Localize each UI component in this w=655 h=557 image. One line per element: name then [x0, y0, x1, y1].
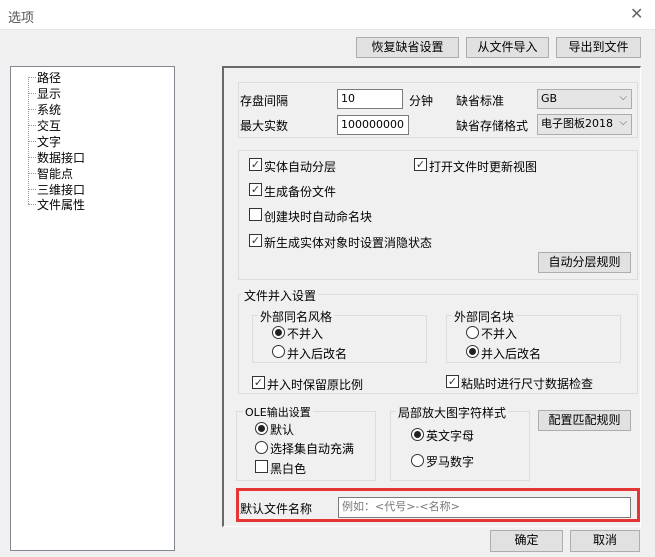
tree-item-path[interactable]: 路径	[37, 69, 61, 86]
tree-item-text[interactable]: 文字	[37, 133, 61, 150]
save-interval-label: 存盘间隔	[240, 94, 289, 108]
block-rename-radio[interactable]	[466, 345, 479, 358]
ole-auto-fill-radio[interactable]	[255, 441, 268, 454]
import-from-file-button[interactable]: 从文件导入	[466, 37, 549, 58]
chevron-down-icon: ⌵	[619, 117, 627, 128]
hidden-state-label: 新生成实体对象时设置消隐状态	[264, 236, 433, 250]
minutes-label: 分钟	[409, 94, 434, 108]
style-no-merge-label: 不并入	[287, 327, 324, 341]
auto-layer-label: 实体自动分层	[264, 160, 337, 174]
close-icon[interactable]: ✕	[630, 4, 643, 23]
chevron-down-icon: ⌵	[619, 92, 627, 103]
keep-scale-checkbox[interactable]: ✓	[252, 376, 265, 389]
tree-item-display[interactable]: 显示	[37, 85, 61, 102]
ole-bw-checkbox[interactable]	[255, 460, 268, 473]
default-filename-input[interactable]: 例如：<代号>-<名称>	[338, 497, 631, 518]
backup-label: 生成备份文件	[264, 185, 337, 199]
style-rename-radio[interactable]	[272, 345, 285, 358]
block-no-merge-label: 不并入	[481, 327, 518, 341]
auto-layer-checkbox[interactable]: ✓	[249, 158, 262, 171]
tree-item-file-properties[interactable]: 文件属性	[37, 196, 85, 213]
tree-item-data-interface[interactable]: 数据接口	[37, 149, 85, 166]
max-entities-label: 最大实数	[240, 119, 289, 133]
hidden-state-checkbox[interactable]: ✓	[249, 234, 262, 247]
default-standard-value: GB	[541, 92, 558, 105]
ole-default-radio[interactable]	[255, 422, 268, 435]
update-view-checkbox[interactable]: ✓	[414, 158, 427, 171]
default-filename-label: 默认文件名称	[240, 502, 313, 516]
letters-label: 英文字母	[426, 429, 475, 443]
max-entities-input[interactable]: 100000000	[337, 115, 409, 135]
block-rename-label: 并入后改名	[481, 347, 542, 361]
detail-style-group	[390, 411, 530, 481]
options-tree[interactable]: 路径 显示 系统 交互 文字 数据接口 智能点 三维接口 文件属性	[10, 66, 175, 551]
window-title: 选项	[8, 11, 35, 26]
default-format-label: 缺省存储格式	[456, 119, 529, 133]
style-rename-label: 并入后改名	[287, 347, 348, 361]
roman-label: 罗马数字	[426, 455, 475, 469]
restore-defaults-button[interactable]: 恢复缺省设置	[356, 37, 459, 58]
auto-layer-rules-button[interactable]: 自动分层规则	[538, 252, 631, 273]
cancel-button[interactable]: 取消	[570, 530, 640, 552]
default-standard-select[interactable]: GB ⌵	[537, 89, 632, 109]
paste-check-label: 粘贴时进行尺寸数据检查	[461, 377, 594, 391]
tree-item-interaction[interactable]: 交互	[37, 117, 61, 134]
auto-name-block-label: 创建块时自动命名块	[264, 210, 373, 224]
export-to-file-button[interactable]: 导出到文件	[556, 37, 641, 58]
default-standard-label: 缺省标准	[456, 94, 505, 108]
save-interval-input[interactable]: 10	[337, 89, 403, 109]
roman-radio[interactable]	[411, 454, 424, 467]
default-format-value: 电子图板2018	[541, 117, 613, 130]
external-block-title: 外部同名块	[452, 308, 517, 325]
match-rules-button[interactable]: 配置匹配规则	[538, 410, 631, 431]
default-format-select[interactable]: 电子图板2018 ⌵	[537, 114, 632, 135]
auto-name-block-checkbox[interactable]	[249, 208, 262, 221]
backup-checkbox[interactable]: ✓	[249, 183, 262, 196]
tree-item-system[interactable]: 系统	[37, 101, 61, 118]
detail-style-title: 局部放大图字符样式	[396, 404, 509, 421]
style-no-merge-radio[interactable]	[272, 326, 285, 339]
ok-button[interactable]: 确定	[490, 530, 563, 552]
keep-scale-label: 并入时保留原比例	[267, 378, 364, 392]
block-no-merge-radio[interactable]	[466, 326, 479, 339]
letters-radio[interactable]	[411, 428, 424, 441]
update-view-label: 打开文件时更新视图	[429, 160, 538, 174]
ole-group-title: OLE输出设置	[243, 404, 313, 420]
merge-group-title: 文件并入设置	[242, 287, 319, 304]
paste-check-checkbox[interactable]: ✓	[446, 375, 459, 388]
ole-default-label: 默认	[270, 423, 295, 437]
external-style-title: 外部同名风格	[258, 308, 335, 325]
tree-item-smart-point[interactable]: 智能点	[37, 165, 73, 182]
ole-auto-fill-label: 选择集自动充满	[270, 442, 355, 456]
ole-bw-label: 黑白色	[270, 462, 307, 476]
title-bar	[0, 0, 655, 30]
